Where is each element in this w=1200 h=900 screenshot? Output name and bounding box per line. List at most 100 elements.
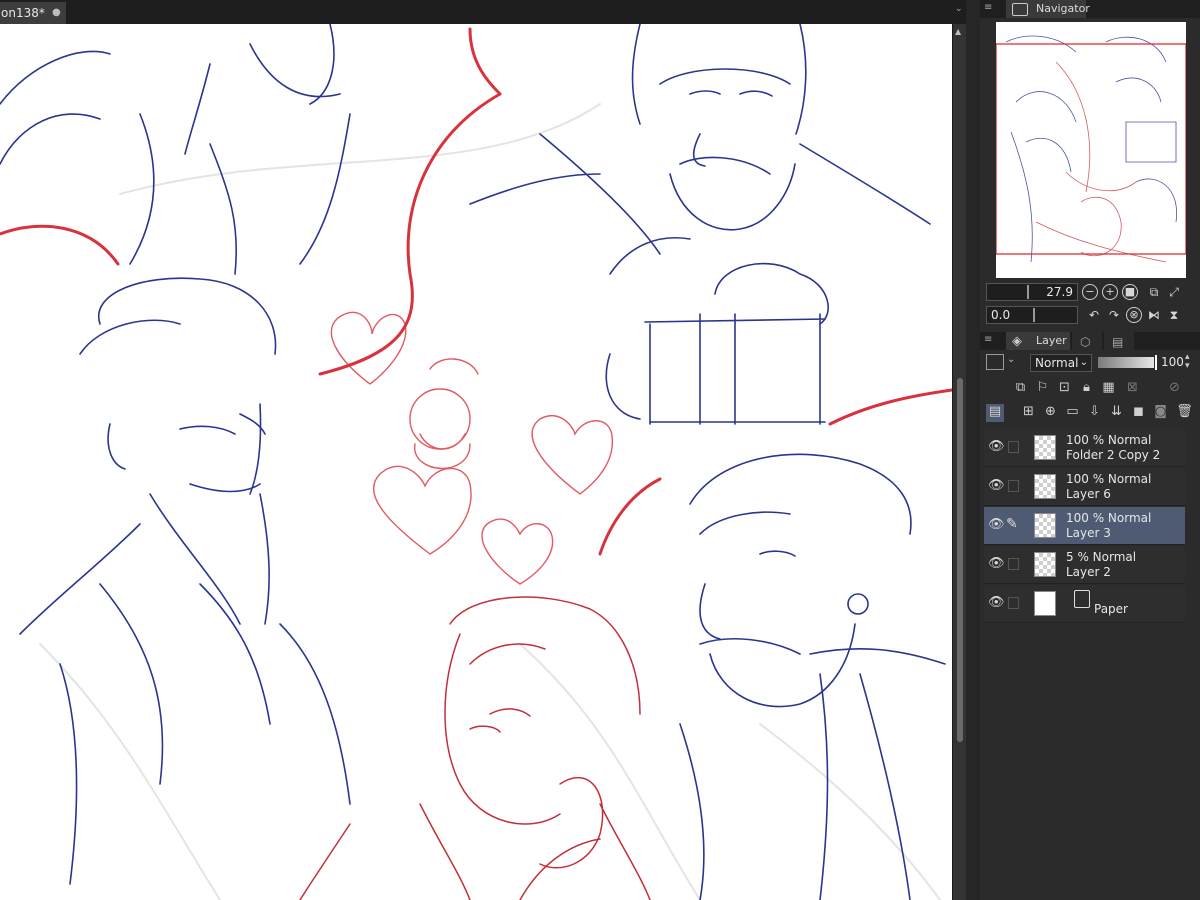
visibility-eye-icon[interactable]: 👁︎ xyxy=(988,440,1005,454)
layer-name: Layer 2 xyxy=(1066,565,1111,579)
layer-color-icon[interactable] xyxy=(986,354,1004,370)
layer-row-layer-2[interactable]: 👁︎ 5 % Normal Layer 2 xyxy=(984,546,1185,584)
layer-row-paper[interactable]: 👁︎ Paper xyxy=(984,585,1185,623)
layer-lock-checkbox[interactable] xyxy=(1008,480,1019,492)
tab-layer-search[interactable]: ▤ xyxy=(1104,332,1134,350)
layer-opacity-mode: 5 % Normal xyxy=(1066,550,1137,564)
actual-size-icon[interactable]: ⧉ xyxy=(1146,284,1162,300)
layer-name: Layer 3 xyxy=(1066,526,1111,540)
blend-mode-select[interactable]: Normal ⌄ xyxy=(1030,354,1092,372)
fit-icon[interactable]: ■ xyxy=(1122,284,1138,300)
mask-enable-icon[interactable]: ⊠ xyxy=(1124,380,1141,396)
lock-transparency-icon[interactable]: ▦ xyxy=(1100,380,1117,396)
layer-lock-checkbox[interactable] xyxy=(1008,558,1019,570)
tab-menu-chevron-icon[interactable]: ⌄ xyxy=(955,4,963,14)
layer-row-folder-2-copy-2[interactable]: 👁︎ 100 % Normal Folder 2 Copy 2 xyxy=(984,429,1185,467)
merge-down-icon[interactable]: ⇊ xyxy=(1108,404,1125,420)
rotate-right-icon[interactable]: ↷ xyxy=(1106,307,1122,323)
create-mask-icon[interactable]: ◼ xyxy=(1130,404,1147,420)
layer-thumbnail xyxy=(1034,552,1056,577)
tab-layer-property[interactable]: ⬡ xyxy=(1072,332,1102,350)
navigator-tab-label: Navigator xyxy=(1036,2,1090,15)
opacity-slider[interactable] xyxy=(1098,357,1154,368)
opacity-value: 100 xyxy=(1161,355,1184,369)
zoom-slider[interactable]: 27.9 xyxy=(986,283,1078,301)
apply-mask-icon[interactable]: ◙ xyxy=(1152,404,1169,420)
layer-opacity-mode: 100 % Normal xyxy=(1066,472,1152,486)
visibility-eye-icon[interactable]: 👁︎ xyxy=(988,479,1005,493)
chevron-down-icon: ⌄ xyxy=(1079,357,1088,368)
rotate-left-icon[interactable]: ↶ xyxy=(1086,307,1102,323)
fullscreen-icon[interactable]: ⤢ xyxy=(1166,284,1182,300)
right-panel: ≡ Navigator 27.9 − + ■ ⧉ ⤢ 0.0 ↶ ↷ ⊗ ⧑ ⧗… xyxy=(980,0,1200,900)
layer-name: Paper xyxy=(1094,602,1128,616)
tab-layer[interactable]: ◈ Layer xyxy=(1006,332,1070,350)
new-vector-layer-icon[interactable]: ⊕ xyxy=(1042,404,1059,420)
layer-color-dropdown-icon[interactable]: ⌄ xyxy=(1007,354,1015,365)
blend-mode-value: Normal xyxy=(1035,356,1079,370)
layer-thumbnail xyxy=(1034,435,1056,460)
tab-navigator[interactable]: Navigator xyxy=(1006,0,1090,18)
scroll-up-icon[interactable]: ▲ xyxy=(955,27,961,36)
layer-thumbnail xyxy=(1034,591,1056,616)
opacity-slider-handle[interactable] xyxy=(1155,355,1157,370)
navigator-preview[interactable] xyxy=(996,22,1186,278)
document-tab-title: on138* xyxy=(1,6,45,20)
zoom-slider-handle[interactable] xyxy=(1027,285,1029,299)
navigator-tab-bar: ≡ Navigator xyxy=(980,0,1200,18)
navigator-menu-icon[interactable]: ≡ xyxy=(984,3,992,13)
wand-icon: ⬡ xyxy=(1080,335,1091,349)
scrollbar-thumb[interactable] xyxy=(957,378,963,742)
reference-layer-icon[interactable]: ⚐ xyxy=(1034,380,1051,396)
paper-layer-icon xyxy=(1074,590,1090,608)
layer-row-layer-3[interactable]: 👁︎ ✎ 100 % Normal Layer 3 xyxy=(984,507,1185,545)
rotation-slider-handle[interactable] xyxy=(1033,308,1035,322)
close-tab-icon[interactable]: ● xyxy=(52,2,61,24)
active-layer-pen-icon: ✎ xyxy=(1006,516,1018,532)
layer-lock-checkbox[interactable] xyxy=(1008,597,1019,609)
draft-layer-icon[interactable]: ⊡ xyxy=(1056,380,1073,396)
rotation-slider[interactable]: 0.0 xyxy=(986,306,1078,324)
transfer-down-icon[interactable]: ⇩ xyxy=(1086,404,1103,420)
layer-name: Folder 2 Copy 2 xyxy=(1066,448,1161,462)
zoom-controls: 27.9 − + ■ ⧉ ⤢ xyxy=(986,283,1196,303)
zoom-in-icon[interactable]: + xyxy=(1102,284,1118,300)
layer-row-layer-6[interactable]: 👁︎ 100 % Normal Layer 6 xyxy=(984,468,1185,506)
canvas-vertical-scrollbar[interactable]: ▲ xyxy=(952,24,967,900)
visibility-eye-icon[interactable]: 👁︎ xyxy=(988,596,1005,610)
visibility-eye-icon[interactable]: 👁︎ xyxy=(988,557,1005,571)
new-raster-layer-icon[interactable]: ⊞ xyxy=(1020,404,1037,420)
rotation-controls: 0.0 ↶ ↷ ⊗ ⧑ ⧗ xyxy=(986,306,1196,326)
flip-horizontal-icon[interactable]: ⧑ xyxy=(1146,307,1162,323)
delete-layer-icon[interactable]: 🗑︎ xyxy=(1176,404,1193,420)
layer-name: Layer 6 xyxy=(1066,487,1111,501)
lock-layer-icon[interactable]: 🔒︎ xyxy=(1078,380,1095,396)
layer-opacity-mode: 100 % Normal xyxy=(1066,511,1152,525)
drawing-canvas[interactable] xyxy=(0,24,952,900)
layer-search-icon: ▤ xyxy=(1112,335,1124,349)
zoom-out-icon[interactable]: − xyxy=(1082,284,1098,300)
zoom-value: 27.9 xyxy=(1046,285,1073,299)
reset-rotation-icon[interactable]: ⊗ xyxy=(1126,307,1142,323)
layer-tab-label: Layer xyxy=(1036,334,1067,347)
document-tab[interactable]: on138* ● xyxy=(0,2,66,24)
ruler-enable-icon[interactable]: ⊘ xyxy=(1166,380,1183,396)
flip-vertical-icon[interactable]: ⧗ xyxy=(1166,307,1182,323)
new-folder-icon[interactable]: ▭ xyxy=(1064,404,1081,420)
layer-thumbnail xyxy=(1034,513,1056,538)
opacity-stepper-icon[interactable]: ▴ ▾ xyxy=(1185,353,1190,371)
layer-list-view-icon[interactable]: ▤ xyxy=(986,404,1004,422)
layer-thumbnail xyxy=(1034,474,1056,499)
layers-icon: ◈ xyxy=(1012,334,1022,349)
rotation-value: 0.0 xyxy=(991,308,1011,322)
layer-tab-bar: ≡ ◈ Layer ⬡ ▤ xyxy=(980,332,1200,350)
sketch-artwork xyxy=(0,24,952,900)
visibility-eye-icon[interactable]: 👁︎ xyxy=(988,518,1005,532)
layer-menu-icon[interactable]: ≡ xyxy=(984,335,992,345)
clip-to-layer-icon[interactable]: ⧉ xyxy=(1012,380,1029,396)
layer-lock-checkbox[interactable] xyxy=(1008,441,1019,453)
document-tab-bar: on138* ● ⌄ xyxy=(0,0,980,25)
navigator-thumbnail xyxy=(996,22,1186,278)
layer-opacity-mode: 100 % Normal xyxy=(1066,433,1152,447)
panel-splitter[interactable] xyxy=(966,0,980,900)
